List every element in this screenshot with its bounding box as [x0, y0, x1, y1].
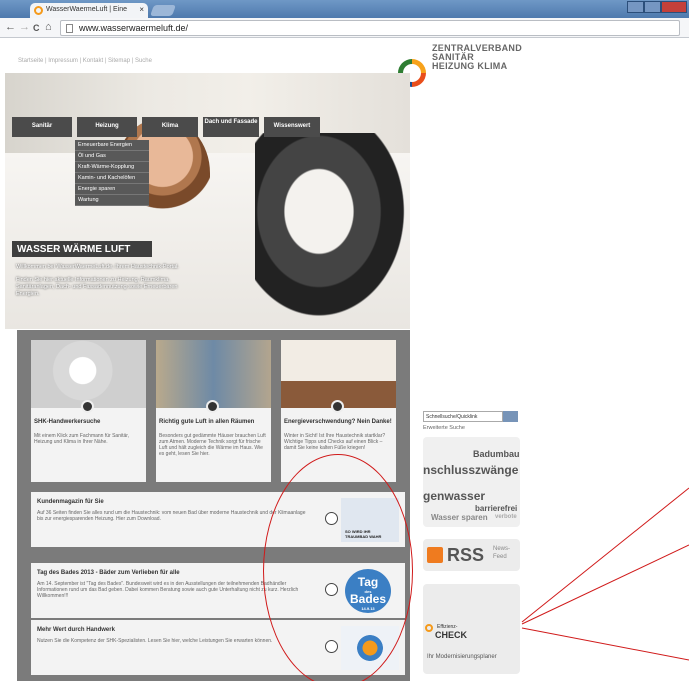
- card-title: Richtig gute Luft in allen Räumen: [159, 419, 255, 425]
- hero-body: Finden Sie hier aktuelle Informationen z…: [16, 277, 178, 297]
- tag-link[interactable]: Badumbau: [473, 449, 520, 459]
- rss-sub-1: News-: [493, 546, 511, 552]
- arrow-icon[interactable]: [81, 400, 94, 413]
- page-icon: [66, 24, 73, 33]
- forward-button[interactable]: →: [19, 21, 30, 33]
- check-label-2: CHECK: [435, 630, 468, 640]
- advanced-search-link[interactable]: Erweiterte Suche: [423, 425, 465, 431]
- submenu-item[interactable]: Öl und Gas: [75, 151, 149, 162]
- card-body: Mit einem Klick zum Fachmann für Sanitär…: [34, 433, 130, 445]
- back-button[interactable]: ←: [5, 21, 16, 33]
- family-photo: [156, 340, 271, 408]
- arrow-icon[interactable]: [331, 400, 344, 413]
- menu-heizung[interactable]: Heizung: [77, 117, 137, 137]
- browser-tab[interactable]: WasserWaermeLuft | Eine ×: [30, 3, 148, 18]
- tag-link[interactable]: genwasser: [423, 489, 485, 503]
- heizung-submenu: Erneuerbare Energien Öl und Gas Kraft-Wä…: [75, 140, 149, 206]
- address-bar[interactable]: www.wasserwaermeluft.de/: [60, 20, 680, 36]
- browser-toolbar: ← → C ⌂ www.wasserwaermeluft.de/: [0, 18, 689, 38]
- check-planner: Ihr Modernisierungsplaner: [427, 654, 497, 660]
- tab-close-icon[interactable]: ×: [139, 5, 144, 14]
- minimize-button[interactable]: [627, 1, 644, 13]
- rss-feed-box[interactable]: RSS News- Feed: [423, 539, 520, 571]
- rss-sub: News- Feed: [493, 545, 510, 561]
- home-button[interactable]: ⌂: [45, 21, 52, 33]
- submenu-item[interactable]: Wartung: [75, 195, 149, 206]
- url-text: www.wasserwaermeluft.de/: [79, 23, 189, 33]
- browser-tab-bar: WasserWaermeLuft | Eine ×: [0, 0, 689, 18]
- check-ring-icon: [425, 624, 433, 632]
- tag-link[interactable]: nschlusszwänge: [423, 463, 518, 477]
- submenu-item[interactable]: Kamin- und Kachelöfen: [75, 173, 149, 184]
- tab-title: WasserWaermeLuft | Eine: [46, 6, 128, 13]
- card-title: Energieverschwendung? Nein Danke!: [284, 419, 392, 425]
- close-window-button[interactable]: [661, 1, 687, 13]
- window-controls: [627, 1, 687, 13]
- annotation-circle: [263, 454, 413, 681]
- hero-title: WASSER WÄRME LUFT: [12, 241, 152, 257]
- menu-wissenswert[interactable]: Wissenswert: [264, 117, 320, 137]
- feet-photo: [281, 340, 396, 408]
- rss-sub-2: Feed: [493, 554, 507, 560]
- main-menu: Sanitär Heizung Klima Dach und Fassade W…: [12, 117, 404, 137]
- banner-title: Tag des Bades 2013 - Bäder zum Verlieben…: [37, 570, 180, 576]
- tag-link[interactable]: barrierefrei: [475, 504, 517, 513]
- maximize-button[interactable]: [644, 1, 661, 13]
- card-gute-luft[interactable]: Richtig gute Luft in allen Räumen Besond…: [156, 340, 271, 482]
- submenu-item[interactable]: Kraft-Wärme-Kopplung: [75, 162, 149, 173]
- card-title: SHK-Handwerkersuche: [34, 419, 101, 425]
- card-body: Besonders gut gedämmte Häuser brauchen L…: [159, 433, 266, 457]
- banner-title: Kundenmagazin für Sie: [37, 499, 104, 505]
- top-links[interactable]: Startseite | Impressum | Kontakt | Sitem…: [18, 58, 152, 64]
- rss-icon: [427, 547, 443, 563]
- tag-link[interactable]: Wasser sparen: [431, 513, 488, 522]
- husky-photo: [255, 133, 410, 329]
- search-button[interactable]: [503, 411, 518, 422]
- rss-label: RSS: [447, 545, 485, 565]
- menu-dach-fassade[interactable]: Dach und Fassade: [203, 117, 259, 137]
- card-body: Winter in Sicht! Ist Ihre Haustechnik st…: [284, 433, 386, 451]
- menu-sanitaer[interactable]: Sanitär: [12, 117, 72, 137]
- tag-cloud: Badumbau nschlusszwänge genwasser barrie…: [423, 437, 520, 527]
- quick-search-input[interactable]: Schnellsuche/Quicklink: [423, 411, 503, 422]
- favicon-icon: [34, 6, 43, 15]
- submenu-item[interactable]: Erneuerbare Energien: [75, 140, 149, 151]
- card-handwerkersuche[interactable]: SHK-Handwerkersuche Mit einem Klick zum …: [31, 340, 146, 482]
- effizienz-check-box[interactable]: Effizienz- CHECK Ihr Modernisierungsplan…: [423, 584, 520, 674]
- hero-text: Willkommen bei WasserWaermeLuft.de, Ihre…: [16, 264, 186, 304]
- sidebar: Schnellsuche/Quicklink Erweiterte Suche …: [418, 39, 520, 681]
- banner-body: Auf 36 Seiten finden Sie alles rund um d…: [37, 510, 306, 522]
- submenu-item[interactable]: Energie sparen: [75, 184, 149, 195]
- tag-link[interactable]: verbote: [495, 514, 517, 520]
- map-image: [31, 340, 146, 408]
- banner-body: Nutzen Sie die Kompetenz der SHK-Spezial…: [37, 638, 273, 644]
- new-tab-button[interactable]: [149, 5, 177, 16]
- banner-title: Mehr Wert durch Handwerk: [37, 627, 115, 633]
- hero-intro: Willkommen bei WasserWaermeLuft.de, Ihre…: [16, 264, 179, 270]
- arrow-icon[interactable]: [206, 400, 219, 413]
- menu-klima[interactable]: Klima: [142, 117, 198, 137]
- reload-button[interactable]: C: [33, 23, 40, 33]
